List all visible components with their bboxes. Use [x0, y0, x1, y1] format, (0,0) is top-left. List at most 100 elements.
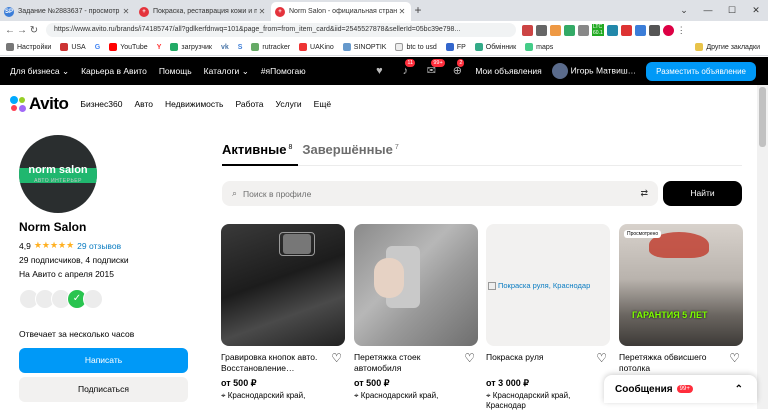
puzzle-icon[interactable] — [648, 24, 660, 36]
badge-icon[interactable] — [83, 289, 103, 309]
bookmark-label: YouTube — [120, 43, 148, 51]
nav-services[interactable]: Услуги — [276, 99, 302, 109]
location-text: Краснодарский край, — [360, 391, 439, 400]
browser-tab-task[interactable]: SP Задание №2883637 - просмотр за ✕ — [0, 2, 135, 21]
bookmark-exchanger[interactable]: Обмінник — [474, 43, 516, 51]
bookmark-uakino[interactable]: UAKino — [299, 43, 334, 51]
close-tab-icon[interactable]: ✕ — [257, 7, 267, 16]
other-bookmarks[interactable]: Другие закладки — [695, 43, 768, 51]
extension-icon[interactable] — [536, 24, 547, 36]
close-tab-icon[interactable]: ✕ — [397, 7, 407, 16]
listing-title[interactable]: Покраска руля — [486, 352, 590, 374]
bookmark-btc[interactable]: btc to usd — [395, 43, 437, 51]
nav-catalogs[interactable]: Каталоги ⌄ — [204, 66, 249, 77]
messages-panel[interactable]: Сообщения 99+ ⌃ — [604, 375, 757, 403]
subscribe-button[interactable]: Подписаться — [19, 377, 188, 402]
listing-image-broken[interactable]: Покраска руля, Краснодар — [486, 224, 610, 346]
favorite-heart-icon[interactable]: ♡ — [729, 351, 740, 365]
find-button[interactable]: Найти — [663, 181, 742, 206]
bookmark-s[interactable]: S — [238, 44, 243, 51]
reviews-link[interactable]: 29 отзывов — [77, 241, 121, 251]
extension-icon[interactable] — [578, 24, 589, 36]
extension-icon[interactable] — [522, 24, 533, 36]
bookmark-google[interactable]: G — [95, 44, 100, 51]
write-button[interactable]: Написать — [19, 348, 188, 373]
page-scrollbar[interactable] — [757, 85, 768, 409]
profile-search-input[interactable]: ⌕ Поиск в профиле ⇄ — [222, 181, 658, 206]
profile-avatar[interactable] — [662, 24, 674, 36]
bell-icon[interactable]: ♪ 11 — [397, 59, 416, 78]
favorite-heart-icon[interactable]: ♡ — [331, 351, 342, 365]
user-menu[interactable]: Игорь Матвиш… — [551, 63, 636, 79]
seller-name: Norm Salon — [19, 220, 87, 234]
listing-title[interactable]: Гравировка кнопок авто. Восстановление… — [221, 352, 325, 374]
nav-business[interactable]: Для бизнеса ⌄ — [10, 66, 69, 77]
listing-location: ⌖ Краснодарский край, — [354, 391, 478, 401]
nav-more[interactable]: Ещё — [314, 99, 331, 109]
avito-logo[interactable]: Avito — [10, 94, 69, 114]
bookmark-loader[interactable]: загрузчик — [170, 43, 212, 51]
listing-title[interactable]: Перетяжка стоек автомобиля — [354, 352, 458, 374]
listing-card[interactable]: ♡ Гравировка кнопок авто. Восстановление… — [221, 224, 345, 401]
listing-card[interactable]: ♡ Перетяжка стоек автомобиля от 500 ₽ ⌖ … — [354, 224, 478, 401]
favorite-heart-icon[interactable]: ♡ — [464, 351, 475, 365]
followers-text[interactable]: 29 подписчиков, 4 подписки — [19, 255, 189, 265]
nav-auto[interactable]: Авто — [134, 99, 153, 109]
scrollbar-thumb[interactable] — [759, 87, 766, 147]
location-pin-icon: ⌖ — [486, 391, 491, 400]
listing-card[interactable]: Покраска руля, Краснодар ♡ Покраска руля… — [486, 224, 610, 411]
extension-icon[interactable] — [620, 24, 632, 36]
nav-i-help[interactable]: #яПомогаю — [261, 66, 306, 76]
bookmark-youtube[interactable]: YouTube — [109, 43, 148, 51]
bookmark-fp[interactable]: FP — [445, 43, 466, 51]
filter-icon[interactable]: ⇄ — [640, 188, 648, 199]
bookmark-usa[interactable]: USA — [60, 43, 86, 51]
nav-jobs[interactable]: Работа — [235, 99, 263, 109]
heart-icon[interactable]: ♥ — [371, 64, 387, 78]
favorite-heart-icon[interactable]: ♡ — [596, 351, 607, 365]
nav-help[interactable]: Помощь — [159, 66, 192, 76]
my-ads-link[interactable]: Мои объявления — [475, 66, 541, 76]
nav-realty[interactable]: Недвижимость — [165, 99, 223, 109]
tab-label: Завершённые — [302, 142, 393, 157]
back-icon[interactable]: ← — [4, 25, 16, 36]
bookmark-sinoptik[interactable]: SINOPTIK — [342, 43, 386, 51]
maximize-icon[interactable]: ☐ — [720, 0, 744, 21]
post-ad-button[interactable]: Разместить объявление — [646, 61, 756, 81]
bookmark-vk[interactable]: vk — [221, 44, 229, 51]
listing-image[interactable] — [221, 224, 345, 346]
extension-icon[interactable] — [564, 24, 575, 36]
tab-completed[interactable]: Завершённые 7 — [302, 142, 398, 157]
close-tab-icon[interactable]: ✕ — [121, 7, 131, 16]
nav-career[interactable]: Карьера в Авито — [81, 66, 147, 76]
extension-icon[interactable] — [634, 24, 646, 36]
listing-title[interactable]: Перетяжка обвисшего потолка — [619, 352, 723, 374]
nav-business360[interactable]: Бизнес360 — [80, 99, 122, 109]
cart-icon[interactable]: ⊕ 2 — [449, 59, 465, 78]
close-window-icon[interactable]: ✕ — [744, 0, 768, 21]
extension-icon[interactable] — [606, 24, 618, 36]
listing-image[interactable]: Просмотрено ГАРАНТИЯ 5 ЛЕТ — [619, 224, 743, 346]
browser-tab-restoration[interactable]: + Покраска, реставрация кожи и п ✕ — [135, 2, 271, 21]
listing-card[interactable]: Просмотрено ГАРАНТИЯ 5 ЛЕТ ♡ Перетяжка о… — [619, 224, 743, 374]
rating-value: 4,9 — [19, 240, 31, 251]
messages-icon[interactable]: ✉ 99+ — [423, 59, 445, 78]
browser-tab-norm-salon[interactable]: + Norm Salon - официальная стран ✕ — [271, 2, 411, 21]
location-text: Краснодарский край, Краснодар — [486, 391, 571, 410]
forward-icon[interactable]: → — [16, 25, 28, 36]
listing-image[interactable] — [354, 224, 478, 346]
chevron-up-icon[interactable]: ⌃ — [735, 384, 743, 395]
bookmark-maps[interactable]: maps — [525, 43, 553, 51]
bookmark-rutracker[interactable]: rutracker — [251, 43, 290, 51]
ltc-extension[interactable]: LTC 60.1 — [592, 24, 604, 36]
reload-icon[interactable]: ↻ — [28, 25, 40, 36]
tab-search-icon[interactable]: ⌄ — [672, 0, 696, 21]
url-field[interactable]: https://www.avito.ru/brands/i74185747/al… — [46, 23, 516, 37]
tab-active[interactable]: Активные 8 — [222, 142, 292, 157]
new-tab-button[interactable]: + — [411, 2, 425, 21]
extension-icon[interactable] — [550, 24, 561, 36]
minimize-icon[interactable]: — — [696, 0, 720, 21]
menu-dots-icon[interactable]: ⋮ — [677, 25, 686, 36]
bookmark-yandex[interactable]: Y — [157, 44, 162, 51]
bookmark-settings[interactable]: Настройки — [6, 43, 51, 51]
